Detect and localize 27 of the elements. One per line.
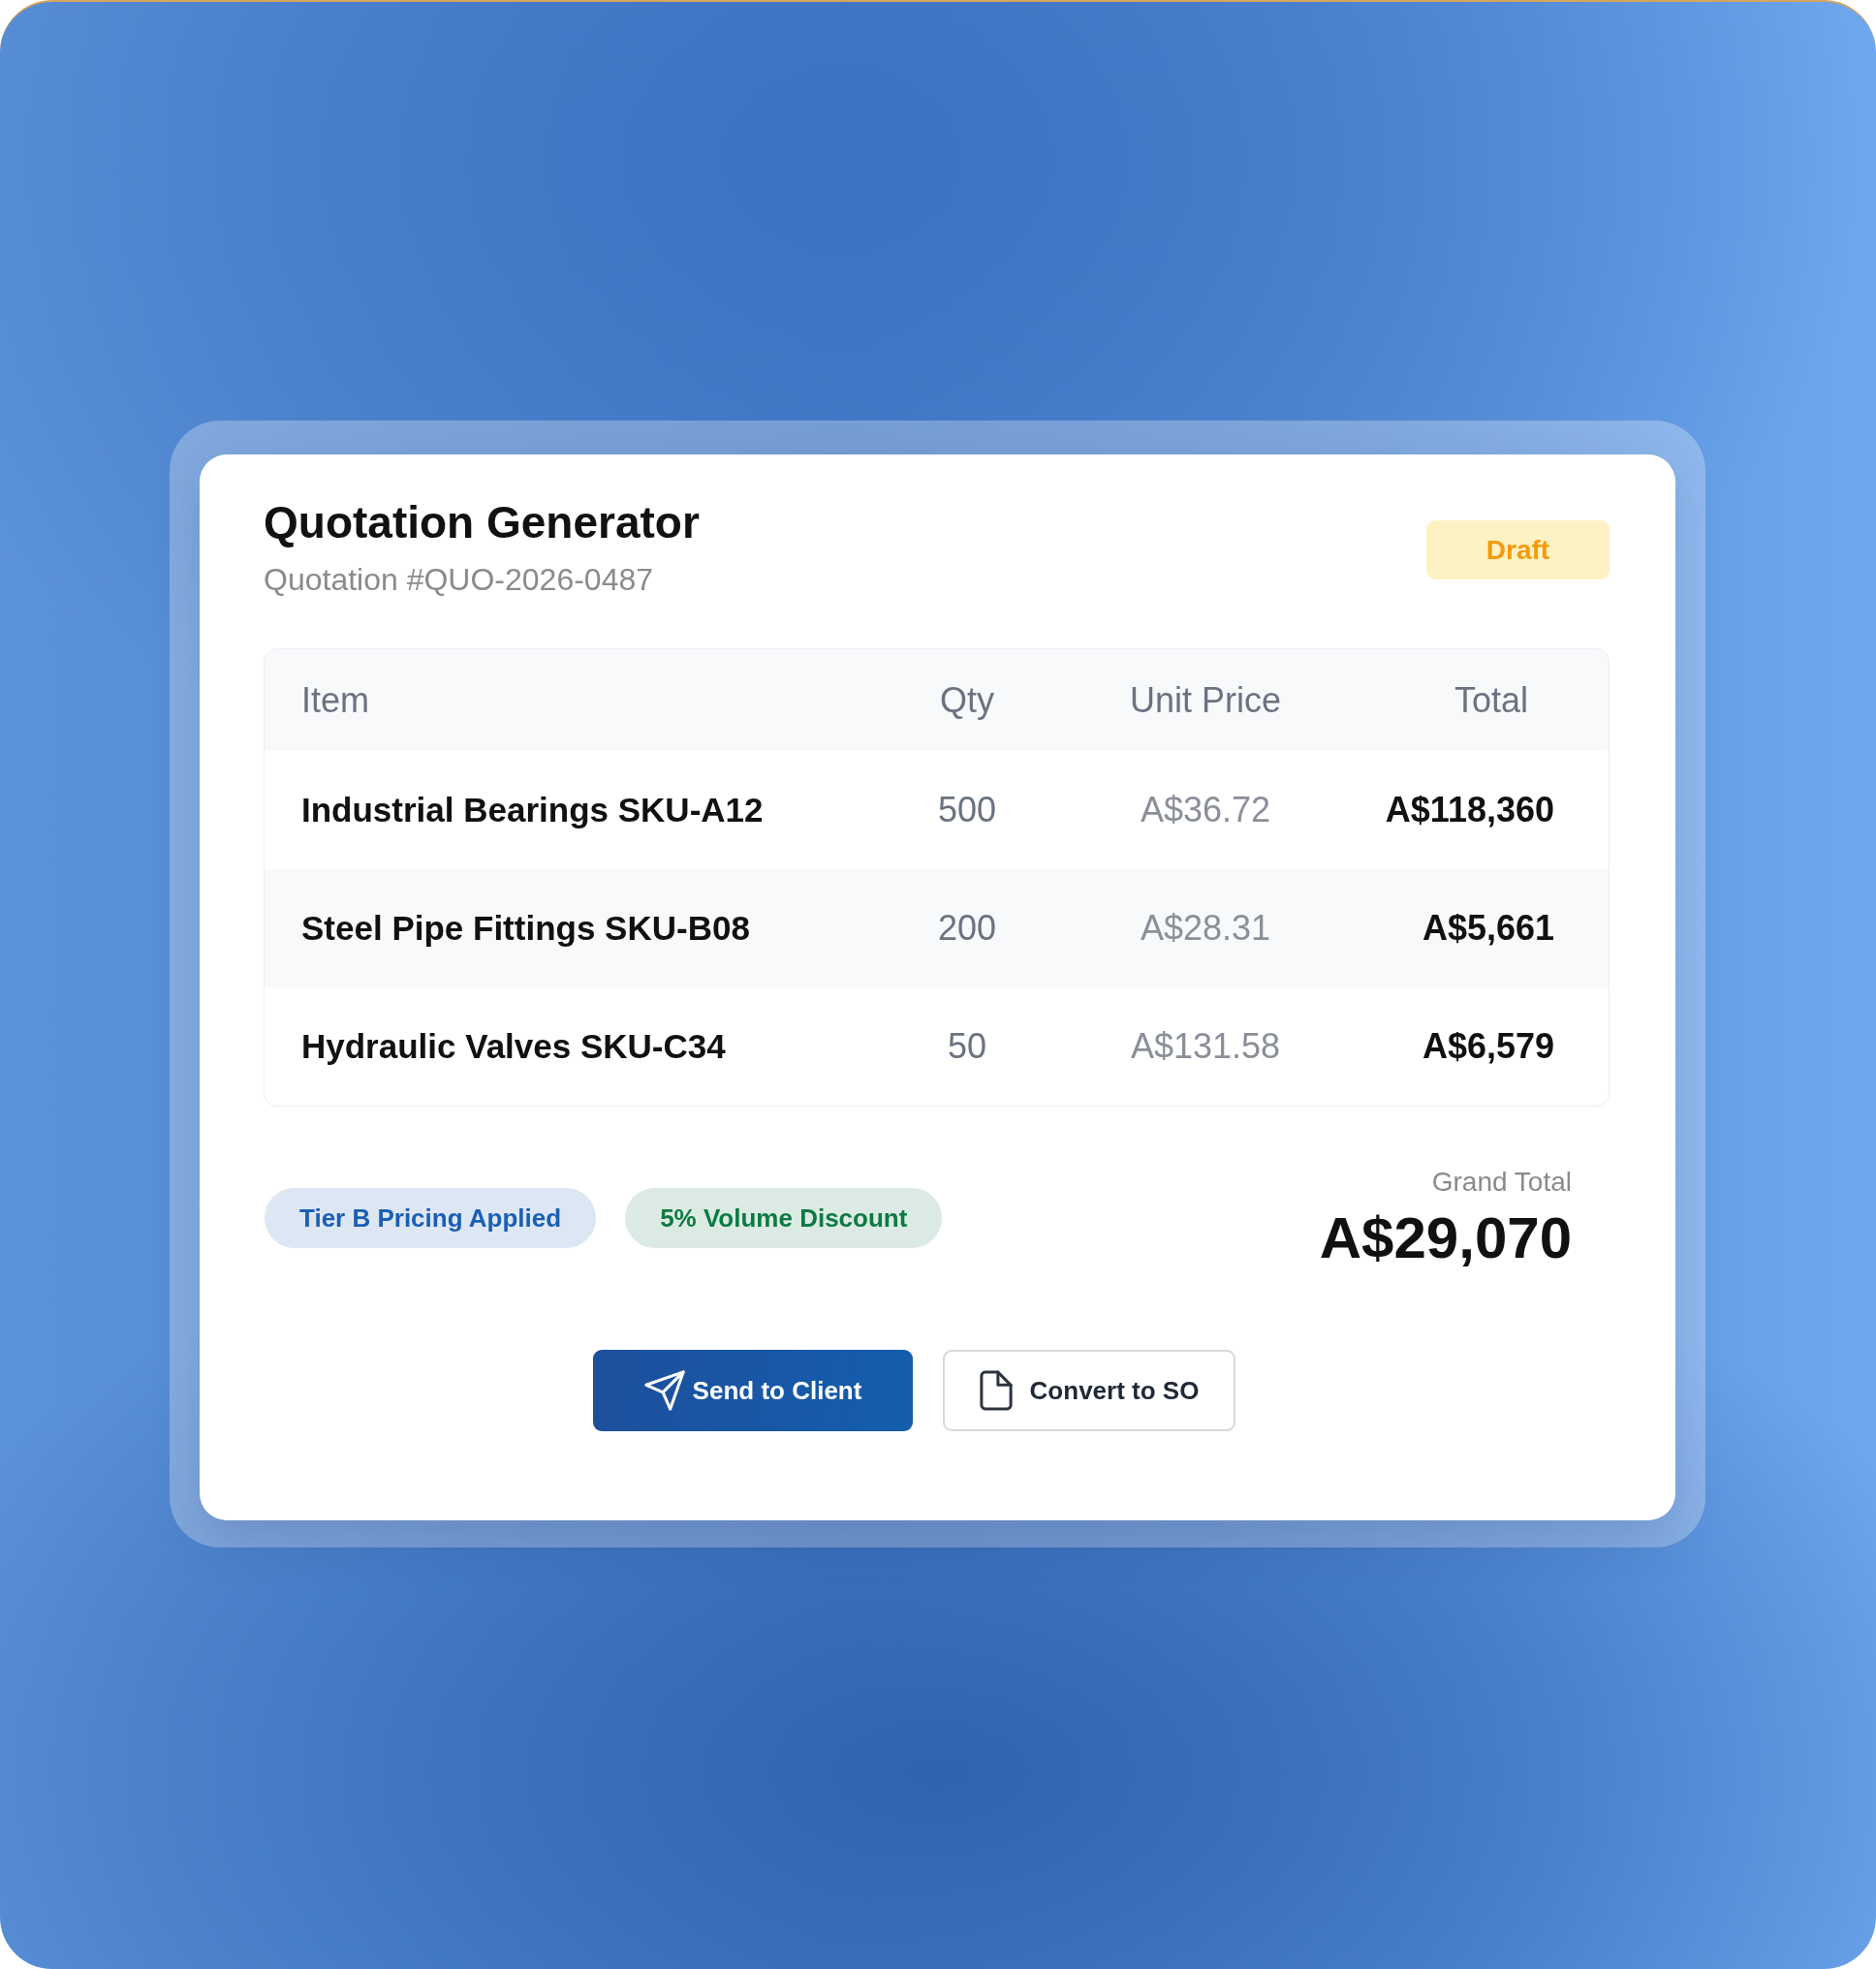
grand-total-label: Grand Total xyxy=(1430,1166,1572,1199)
column-header: Unit Price xyxy=(1128,678,1282,722)
send-icon xyxy=(643,1370,685,1411)
pricing-tag: 5% Volume Discount xyxy=(625,1188,943,1248)
unit-price: A$36.72 xyxy=(1139,789,1272,831)
item-name: Industrial Bearings SKU-A12 xyxy=(300,790,765,830)
unit-price: A$131.58 xyxy=(1129,1025,1282,1068)
column-header: Total xyxy=(1453,678,1529,722)
grand-total-amount: A$29,070 xyxy=(1319,1206,1572,1270)
document-icon xyxy=(979,1370,1013,1411)
page-title: Quotation Generator xyxy=(264,496,700,549)
item-name: Hydraulic Valves SKU-C34 xyxy=(300,1026,727,1067)
column-header: Qty xyxy=(939,678,995,722)
quantity: 500 xyxy=(936,789,998,831)
item-name: Steel Pipe Fittings SKU-B08 xyxy=(300,908,751,949)
unit-price: A$28.31 xyxy=(1139,907,1272,950)
line-total: A$5,661 xyxy=(1421,907,1555,950)
quantity: 50 xyxy=(946,1025,987,1068)
pricing-tag: Tier B Pricing Applied xyxy=(265,1188,597,1248)
line-total: A$118,360 xyxy=(1384,789,1555,831)
column-header: Item xyxy=(300,678,370,722)
send-button[interactable]: Send to Client xyxy=(593,1350,913,1431)
quotation-number: Quotation #QUO-2026-0487 xyxy=(264,561,655,599)
status-badge: Draft xyxy=(1426,520,1610,579)
line-total: A$6,579 xyxy=(1421,1025,1555,1068)
convert-button[interactable]: Convert to SO xyxy=(943,1350,1235,1431)
quantity: 200 xyxy=(936,907,998,950)
